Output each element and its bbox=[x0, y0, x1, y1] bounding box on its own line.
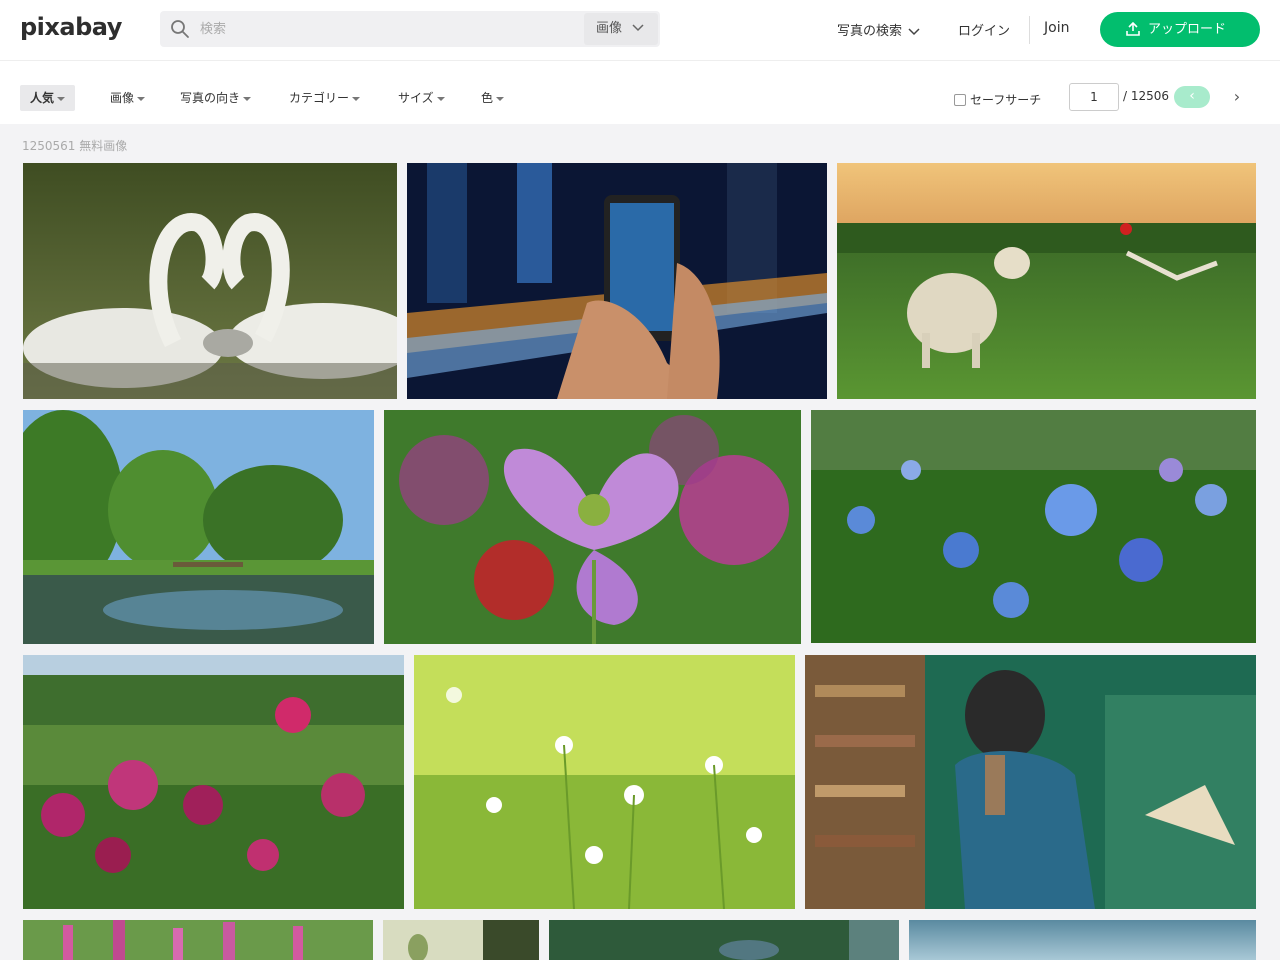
category-filter[interactable]: カテゴリー bbox=[289, 85, 361, 111]
search-type-label: 画像 bbox=[596, 21, 623, 36]
image-lamb-meadow[interactable] bbox=[837, 163, 1256, 399]
top-header: pixabay 画像 写真の検索 ログイン Join アップロード bbox=[0, 0, 1280, 60]
caret-down-icon bbox=[436, 96, 445, 101]
sort-popular-dropdown[interactable]: 人気 bbox=[20, 85, 76, 111]
caret-down-icon bbox=[137, 96, 146, 101]
caret-down-icon bbox=[352, 96, 361, 101]
search-type-dropdown[interactable]: 画像 bbox=[584, 13, 658, 45]
size-label: サイズ bbox=[398, 91, 434, 105]
prev-page-button[interactable]: ‹ bbox=[1174, 86, 1210, 108]
join-link[interactable]: Join bbox=[1044, 20, 1069, 36]
nav-divider bbox=[1029, 16, 1030, 44]
image-pond-trees[interactable] bbox=[23, 410, 374, 644]
sort-popular-label: 人気 bbox=[30, 91, 55, 105]
image-blue-sky-sea[interactable] bbox=[909, 920, 1256, 960]
next-page-button[interactable]: › bbox=[1226, 86, 1248, 108]
orientation-label: 写真の向き bbox=[180, 91, 241, 105]
filter-bar: 人気 画像 写真の向き カテゴリー サイズ 色 セーフサーチ / 12506 ‹… bbox=[0, 60, 1280, 124]
caret-down-icon bbox=[243, 96, 252, 101]
upload-button[interactable]: アップロード bbox=[1100, 12, 1260, 47]
image-smartphone-city-night[interactable] bbox=[407, 163, 827, 399]
search-bar: 画像 bbox=[160, 11, 660, 47]
safesearch-toggle[interactable]: セーフサーチ bbox=[954, 91, 1041, 108]
caret-down-icon bbox=[496, 96, 505, 101]
search-input[interactable] bbox=[200, 11, 580, 47]
image-swans[interactable] bbox=[23, 163, 397, 399]
safesearch-label: セーフサーチ bbox=[970, 93, 1042, 107]
image-woman-books[interactable] bbox=[805, 655, 1256, 909]
explore-menu[interactable]: 写真の検索 bbox=[837, 20, 920, 39]
color-filter[interactable]: 色 bbox=[481, 85, 505, 111]
upload-label: アップロード bbox=[1148, 22, 1227, 37]
explore-label: 写真の検索 bbox=[837, 24, 903, 39]
image-type-filter[interactable]: 画像 bbox=[110, 85, 146, 111]
result-count: 1250561 無料画像 bbox=[22, 139, 128, 153]
page-total: / 12506 bbox=[1123, 89, 1170, 103]
upload-icon bbox=[1126, 22, 1140, 36]
color-label: 色 bbox=[481, 91, 494, 105]
image-purple-poppy[interactable] bbox=[384, 410, 801, 644]
image-blue-nigella-flowers[interactable] bbox=[811, 410, 1256, 643]
image-pink-poppy-field[interactable] bbox=[23, 655, 404, 909]
chevron-down-icon bbox=[632, 24, 644, 32]
chevron-down-icon bbox=[908, 27, 920, 35]
search-icon bbox=[171, 20, 189, 38]
image-type-label: 画像 bbox=[110, 91, 135, 105]
size-filter[interactable]: サイズ bbox=[398, 85, 445, 111]
login-link[interactable]: ログイン bbox=[958, 20, 1010, 39]
image-white-flower-bud[interactable] bbox=[383, 920, 539, 960]
image-green-blur[interactable] bbox=[549, 920, 899, 960]
image-pink-lupines[interactable] bbox=[23, 920, 373, 960]
category-label: カテゴリー bbox=[289, 91, 350, 105]
page-number-input[interactable] bbox=[1069, 83, 1119, 111]
orientation-filter[interactable]: 写真の向き bbox=[180, 85, 252, 111]
caret-down-icon bbox=[57, 96, 66, 101]
image-daisy-meadow[interactable] bbox=[414, 655, 795, 909]
pixabay-logo[interactable]: pixabay bbox=[20, 13, 122, 41]
safesearch-checkbox[interactable] bbox=[954, 94, 966, 106]
